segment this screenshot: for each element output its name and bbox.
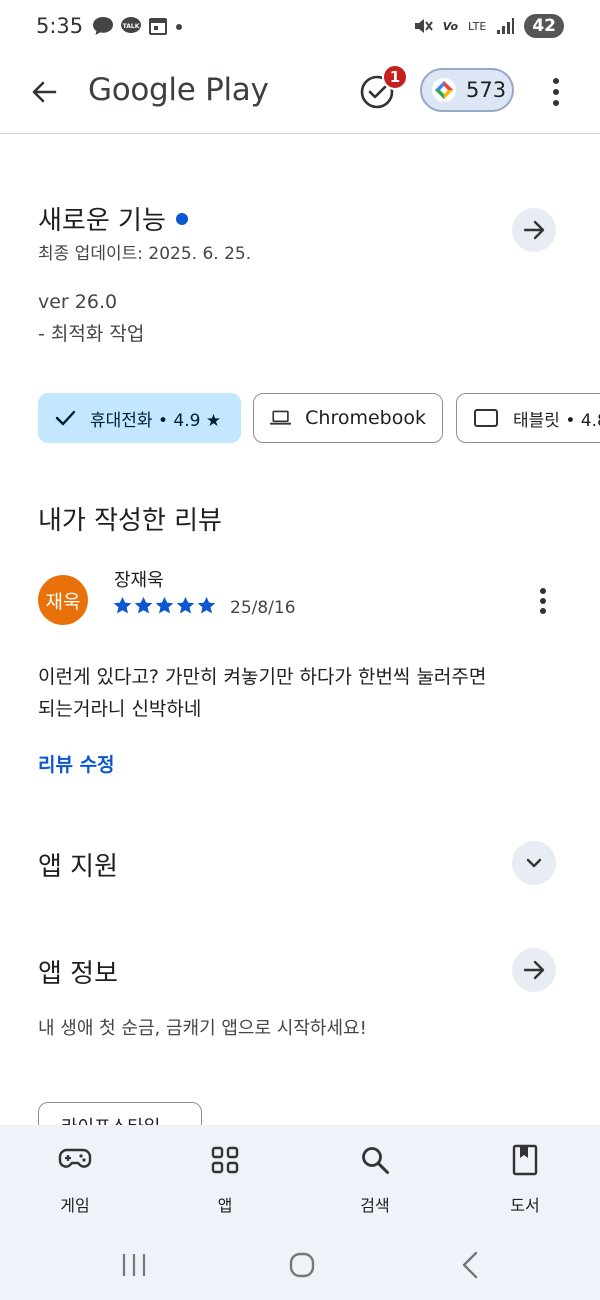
whats-new-open-button[interactable]: [512, 208, 556, 252]
review-more-button[interactable]: [528, 585, 558, 617]
version-text: ver 26.0: [38, 291, 118, 313]
apps-grid-icon: [208, 1143, 242, 1177]
app-info-heading: 앱 정보: [38, 959, 119, 989]
calendar-icon: [149, 18, 167, 35]
recents-icon: [122, 1254, 146, 1276]
back-button[interactable]: [26, 74, 62, 110]
star-icon: [113, 596, 132, 614]
status-bar: 5:35 TALK Vo LTE 42: [0, 0, 600, 56]
more-vert-icon: [540, 588, 546, 594]
whats-new-heading: 새로운 기능: [38, 200, 188, 237]
my-review-heading: 내가 작성한 리뷰: [38, 506, 222, 536]
edit-review-link[interactable]: 리뷰 수정: [38, 750, 115, 777]
nav-label: 앱: [217, 1196, 233, 1215]
back-nav-button[interactable]: [450, 1248, 490, 1282]
arrow-forward-icon: [523, 220, 545, 240]
nav-games[interactable]: 게임: [0, 1125, 150, 1230]
home-icon: [289, 1252, 315, 1278]
more-vert-dot: [553, 89, 559, 95]
signal-icon: [497, 18, 515, 34]
device-chip-label: 휴대전화 • 4.9 ★: [90, 410, 222, 431]
device-chip-phone[interactable]: 휴대전화 • 4.9 ★: [38, 393, 241, 443]
laptop-icon: [270, 410, 292, 425]
nav-label: 도서: [510, 1196, 540, 1215]
notification-badge: 1: [382, 64, 408, 90]
app-support-heading: 앱 지원: [38, 852, 119, 882]
nav-label: 게임: [60, 1196, 90, 1215]
app-description: 내 생애 첫 순금, 금캐기 앱으로 시작하세요!: [38, 1018, 367, 1039]
chevron-left-icon: [462, 1251, 478, 1279]
nav-search[interactable]: 검색: [300, 1125, 450, 1230]
star-icon: [176, 596, 195, 614]
kakaotalk-icon: TALK: [121, 17, 141, 33]
status-time: 5:35: [36, 14, 84, 38]
bottom-navigation: 게임 앱 검색 도서: [0, 1125, 600, 1230]
notification-icons: TALK: [92, 16, 184, 36]
review-date: 25/8/16: [230, 598, 296, 618]
more-vert-dot: [553, 100, 559, 106]
network-type: LTE: [468, 19, 487, 33]
star-icon: [155, 596, 174, 614]
more-vert-dot: [540, 598, 546, 604]
more-vert-icon: [553, 78, 559, 84]
review-text-line-2: 되는거라니 신박하네: [38, 698, 202, 720]
arrow-forward-icon: [523, 960, 545, 980]
device-chip-tablet[interactable]: 태블릿 • 4.8: [456, 393, 600, 443]
gamepad-icon: [58, 1143, 92, 1177]
system-navigation-bar: [0, 1230, 600, 1300]
chevron-down-icon: [526, 858, 542, 868]
battery-level: 42: [524, 14, 564, 38]
mute-icon: [414, 19, 433, 33]
star-icon: [197, 596, 216, 614]
chat-bubble-icon: [93, 17, 113, 35]
device-chip-label: 태블릿 • 4.8: [513, 410, 600, 431]
more-options-button[interactable]: [540, 74, 572, 110]
search-icon: [358, 1143, 392, 1177]
app-info-open-button[interactable]: [512, 948, 556, 992]
svg-text:TALK: TALK: [123, 23, 140, 30]
nav-books[interactable]: 도서: [450, 1125, 600, 1230]
play-points-value: 573: [466, 78, 507, 102]
play-points-diamond-icon: [432, 78, 456, 102]
nav-label: 검색: [360, 1196, 390, 1215]
star-icon: [134, 596, 153, 614]
review-text-line-1: 이런게 있다고? 가만히 켜놓기만 하다가 한번씩 눌러주면: [38, 666, 487, 688]
avatar-text: 재욱: [45, 590, 81, 613]
home-button[interactable]: [282, 1248, 322, 1282]
nav-apps[interactable]: 앱: [150, 1125, 300, 1230]
arrow-back-icon: [32, 81, 57, 103]
whats-new-title: 새로운 기능: [38, 206, 166, 236]
new-indicator-dot: [175, 212, 188, 225]
last-updated: 최종 업데이트: 2025. 6. 25.: [38, 244, 252, 264]
device-chip-chromebook[interactable]: Chromebook: [253, 393, 443, 443]
release-notes: - 최적화 작업: [38, 323, 145, 345]
reviewer-name: 장재욱: [114, 570, 164, 591]
recent-apps-button[interactable]: [114, 1248, 154, 1282]
system-status-icons: Vo LTE 42: [413, 14, 564, 38]
avatar: 재욱: [38, 575, 88, 625]
app-support-expand-button[interactable]: [512, 841, 556, 885]
play-points-chip[interactable]: 573: [420, 68, 514, 112]
book-icon: [508, 1143, 542, 1177]
more-vert-dot: [540, 608, 546, 614]
check-icon: [55, 410, 76, 426]
more-notifications-dot-icon: [176, 24, 182, 30]
device-chip-label: Chromebook: [305, 407, 426, 429]
app-bar: Google Play 1 573: [0, 56, 600, 134]
google-play-logo: Google Play: [88, 72, 269, 108]
tablet-icon: [474, 409, 498, 427]
star-rating: [113, 596, 216, 615]
volte-icon: Vo: [442, 19, 459, 33]
